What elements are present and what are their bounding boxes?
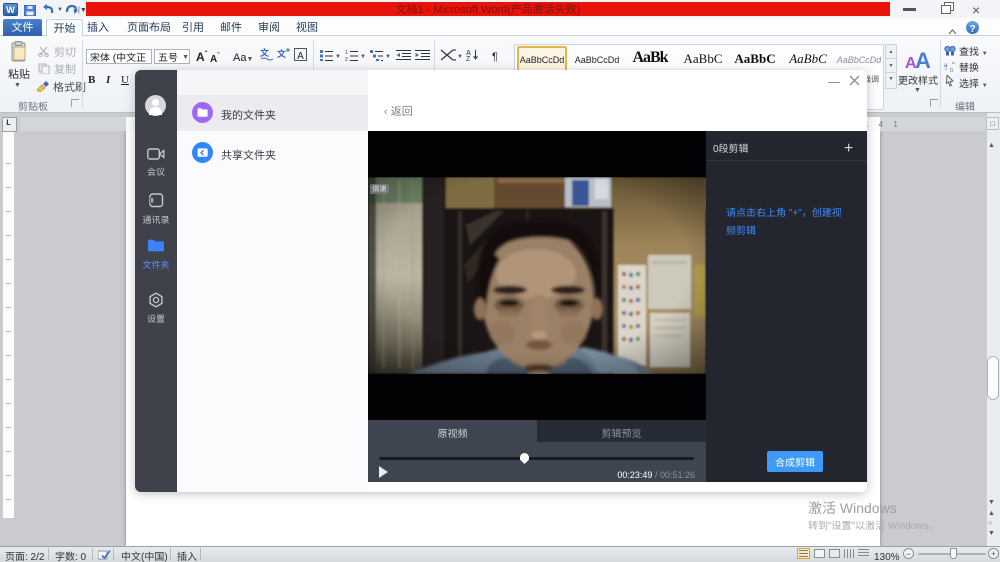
- svg-text:a: a: [944, 61, 948, 69]
- svg-text:Z: Z: [466, 54, 471, 61]
- svg-text:文: 文: [260, 47, 270, 59]
- svg-text:b: b: [950, 65, 954, 72]
- svg-text:文: 文: [277, 47, 287, 60]
- svg-text:2: 2: [345, 57, 348, 61]
- svg-text:1: 1: [345, 50, 348, 56]
